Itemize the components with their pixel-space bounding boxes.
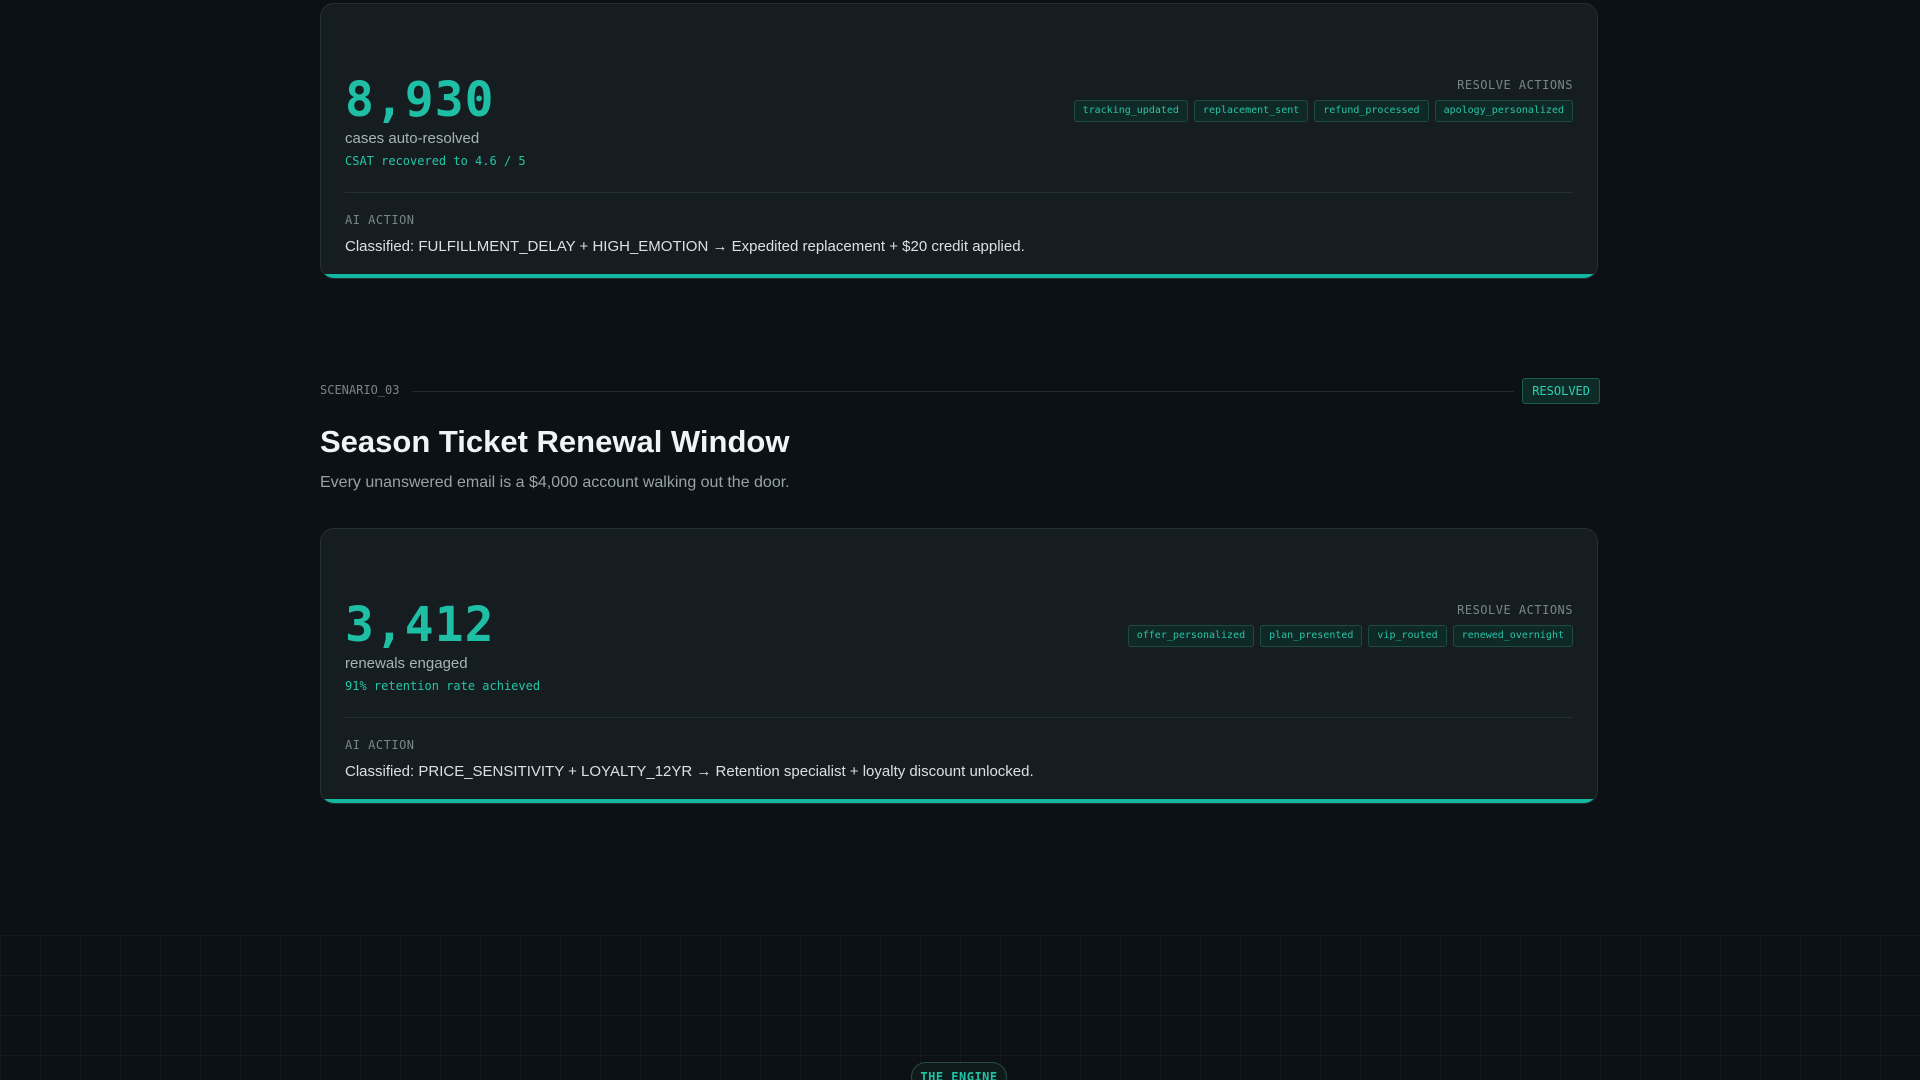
action-tag: refund_processed xyxy=(1314,100,1429,122)
metric-subtext: 91% retention rate achieved xyxy=(345,679,541,693)
divider xyxy=(345,717,1573,718)
metric-value: 3,412 xyxy=(345,597,495,653)
resolve-actions-title: RESOLVE ACTIONS xyxy=(1457,603,1573,617)
scenario-label: SCENARIO_03 xyxy=(320,383,400,397)
metric-label: renewals engaged xyxy=(345,655,468,672)
ai-action-title: AI ACTION xyxy=(345,213,415,227)
metric-value: 8,930 xyxy=(345,72,495,128)
ai-action-text: Classified: FULFILLMENT_DELAY + HIGH_EMO… xyxy=(345,238,1025,255)
grid-background xyxy=(0,935,1920,1080)
ai-action-text: Classified: PRICE_SENSITIVITY + LOYALTY_… xyxy=(345,763,1034,780)
status-badge: RESOLVED xyxy=(1522,378,1600,404)
resolve-actions-tags: offer_personalized plan_presented vip_ro… xyxy=(1127,625,1573,647)
divider xyxy=(345,192,1573,193)
scenario-02-result-card: 8,930 cases auto-resolved CSAT recovered… xyxy=(320,3,1598,279)
scenario-header: SCENARIO_03 RESOLVED xyxy=(320,378,1600,404)
page: 8,930 cases auto-resolved CSAT recovered… xyxy=(0,0,1920,1080)
resolve-actions-title: RESOLVE ACTIONS xyxy=(1457,78,1573,92)
scenario-divider xyxy=(412,391,1514,392)
metric-label: cases auto-resolved xyxy=(345,130,480,147)
action-tag: plan_presented xyxy=(1260,625,1363,647)
scenario-03-result-card: 3,412 renewals engaged 91% retention rat… xyxy=(320,528,1598,804)
accent-bar xyxy=(321,799,1597,803)
section-pill-the-engine: THE ENGINE xyxy=(911,1062,1007,1080)
action-tag: renewed_overnight xyxy=(1452,625,1573,647)
scenario-title: Season Ticket Renewal Window xyxy=(320,424,790,459)
action-tag: apology_personalized xyxy=(1434,100,1573,122)
resolve-actions-tags: tracking_updated replacement_sent refund… xyxy=(1073,100,1573,122)
ai-action-title: AI ACTION xyxy=(345,738,415,752)
action-tag: offer_personalized xyxy=(1127,625,1255,647)
scenario-description: Every unanswered email is a $4,000 accou… xyxy=(320,474,790,491)
action-tag: vip_routed xyxy=(1368,625,1447,647)
action-tag: tracking_updated xyxy=(1073,100,1188,122)
accent-bar xyxy=(321,274,1597,278)
action-tag: replacement_sent xyxy=(1193,100,1309,122)
metric-subtext: CSAT recovered to 4.6 / 5 xyxy=(345,154,526,168)
